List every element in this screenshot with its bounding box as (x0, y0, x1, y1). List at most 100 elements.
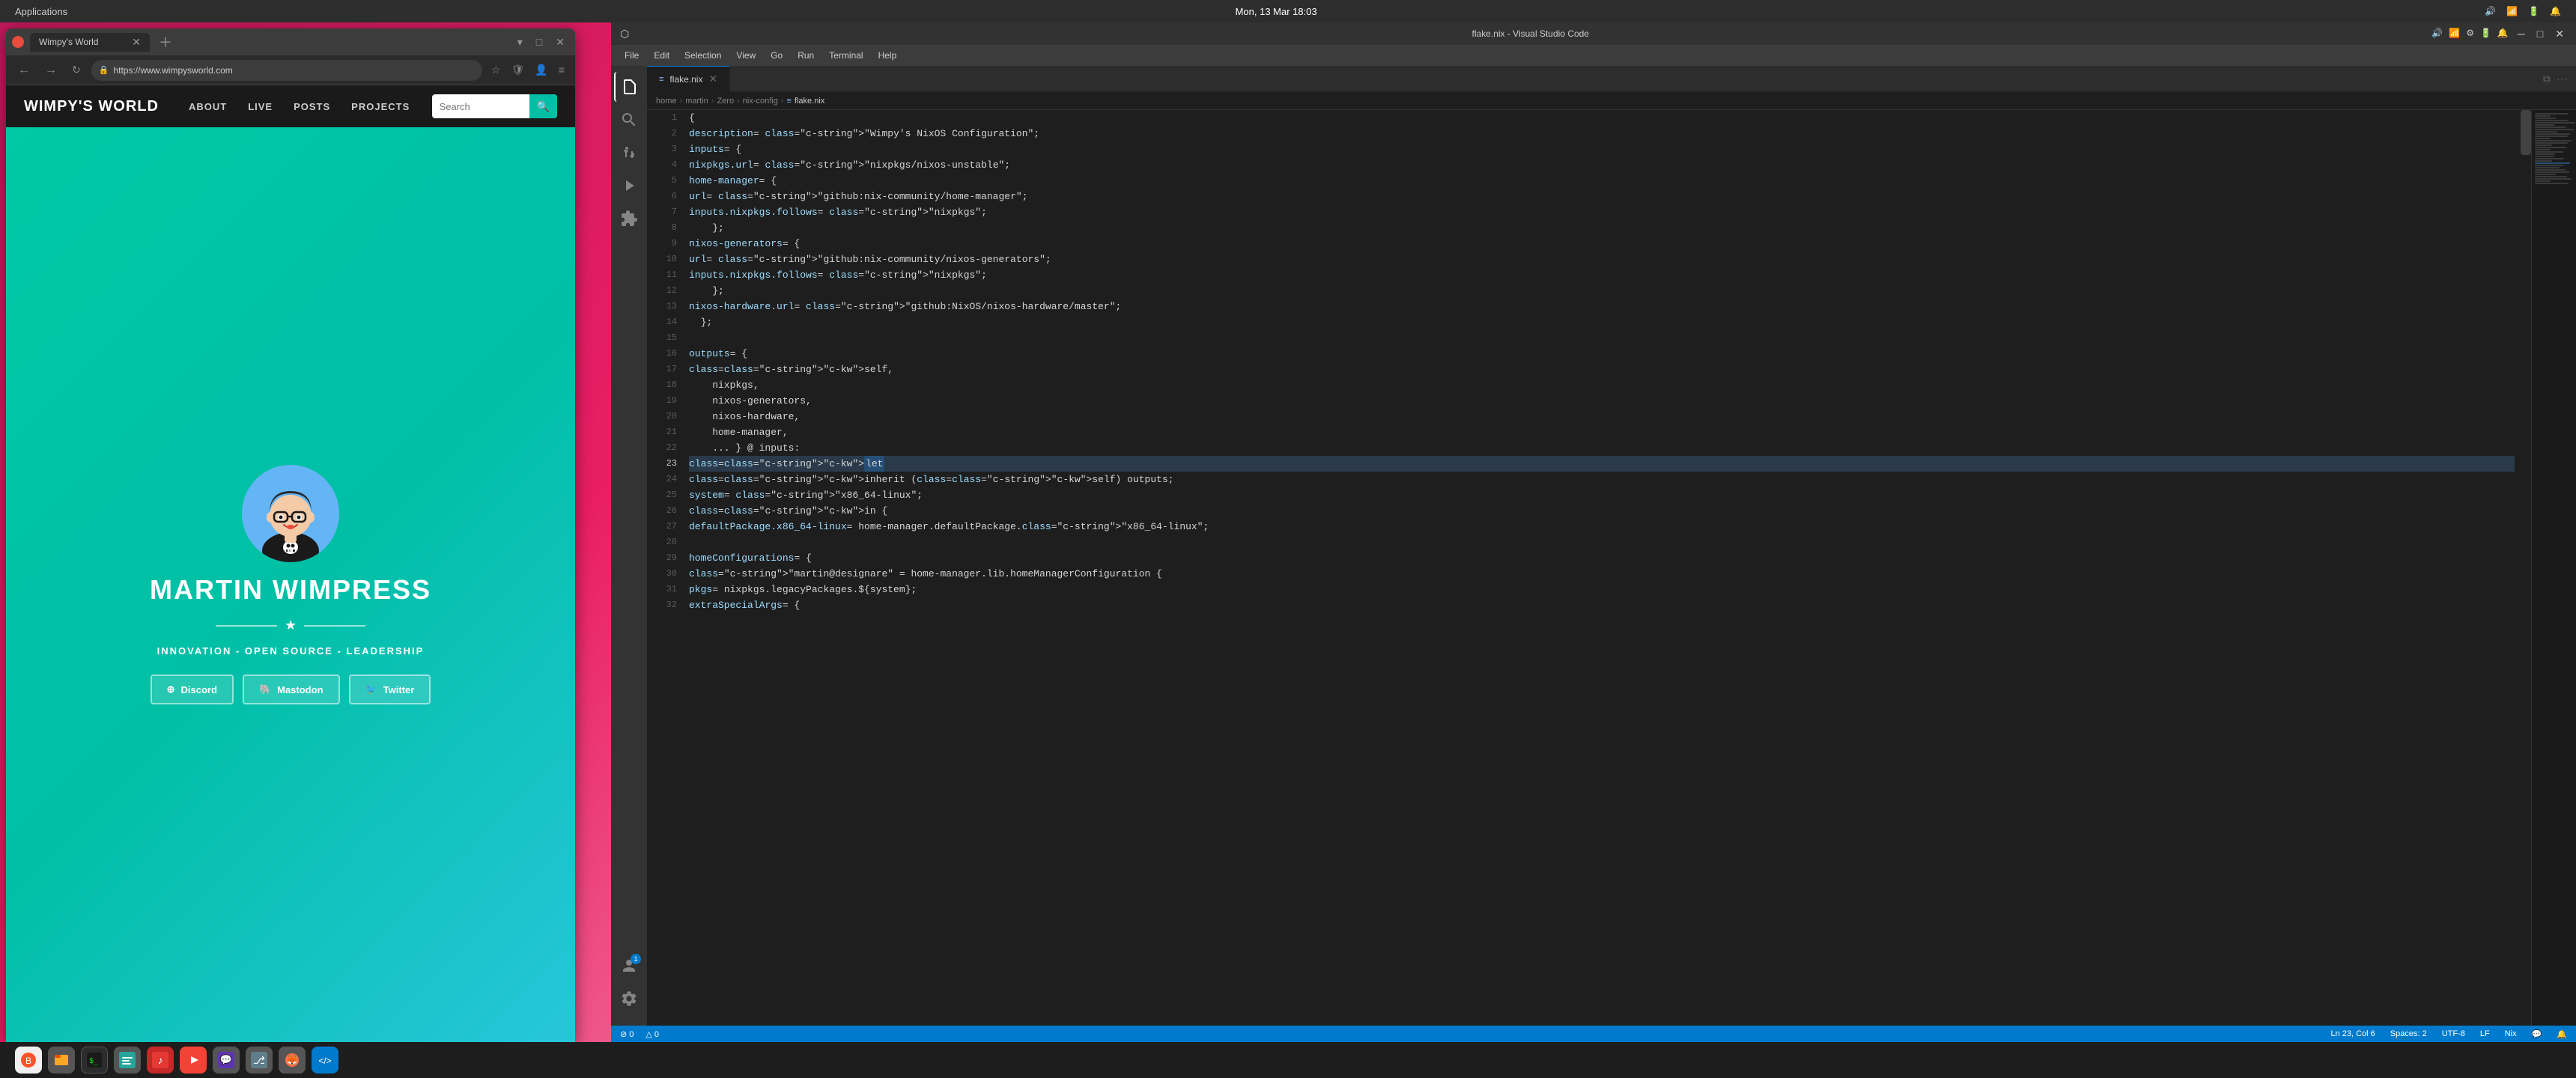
browser-tab-active[interactable]: Wimpy's World ✕ (30, 33, 150, 52)
code-line-9[interactable]: nixos-generators= { (689, 236, 2515, 252)
more-actions-icon[interactable]: ⋯ (2554, 73, 2570, 85)
bookmark-icon[interactable]: ☆ (488, 62, 504, 78)
shield-icon[interactable]: 🛡 (508, 62, 528, 78)
statusbar-line-ending[interactable]: LF (2477, 1029, 2493, 1038)
source-control-icon[interactable] (614, 138, 644, 168)
breadcrumb-nix-config[interactable]: nix-config (743, 97, 778, 106)
code-line-10[interactable]: url= class="c-string">"github:nix-commun… (689, 252, 2515, 267)
audio-icon[interactable]: 🔊 (2485, 6, 2496, 16)
code-line-4[interactable]: nixpkgs.url= class="c-string">"nixpkgs/n… (689, 157, 2515, 173)
vscode-bell-icon[interactable]: 🔔 (2497, 28, 2509, 40)
minimize-button[interactable]: ▾ (513, 34, 527, 50)
taskbar-chat[interactable]: 💬 (213, 1047, 240, 1074)
profile-icon[interactable]: 👤 (532, 62, 550, 78)
menu-terminal[interactable]: Terminal (821, 47, 870, 64)
vscode-scrollbar[interactable] (2521, 110, 2531, 1026)
account-icon[interactable] (614, 951, 644, 981)
notification-icon[interactable]: 🔔 (2550, 6, 2561, 16)
statusbar-encoding[interactable]: UTF-8 (2439, 1029, 2468, 1038)
statusbar-errors[interactable]: ⊘ 0 (617, 1029, 637, 1039)
statusbar-notifications[interactable]: 🔔 (2554, 1029, 2570, 1039)
search-input[interactable] (432, 101, 529, 112)
code-line-22[interactable]: ... } @ inputs: (689, 440, 2515, 456)
applications-menu[interactable]: Applications (15, 6, 67, 17)
forward-button[interactable]: → (40, 61, 61, 80)
code-line-14[interactable]: }; (689, 314, 2515, 330)
menu-go[interactable]: Go (763, 47, 790, 64)
taskbar-vscode[interactable]: </> (312, 1047, 338, 1074)
taskbar-terminal[interactable]: $_ (81, 1047, 108, 1074)
code-line-19[interactable]: nixos-generators, (689, 393, 2515, 409)
network-icon[interactable]: 📶 (2506, 6, 2518, 16)
vscode-minimize-btn[interactable]: ─ (2515, 28, 2528, 40)
mastodon-button[interactable]: 🐘 Mastodon (243, 674, 340, 704)
taskbar-youtube[interactable] (180, 1047, 207, 1074)
code-line-27[interactable]: defaultPackage.x86_64-linux= home-manage… (689, 519, 2515, 535)
taskbar-brave[interactable]: B (15, 1047, 42, 1074)
statusbar-warnings[interactable]: △ 0 (643, 1029, 662, 1039)
maximize-button[interactable]: □ (532, 34, 547, 50)
refresh-button[interactable]: ↻ (67, 61, 85, 79)
code-line-21[interactable]: home-manager, (689, 424, 2515, 440)
menu-help[interactable]: Help (871, 47, 905, 64)
vscode-settings-icon[interactable]: ⚙ (2466, 28, 2474, 40)
new-tab-button[interactable]: ＋ (156, 32, 175, 52)
search-button[interactable]: 🔍 (529, 94, 557, 118)
statusbar-feedback[interactable]: 💬 (2529, 1029, 2545, 1039)
code-line-30[interactable]: class="c-string">"martin@designare" = ho… (689, 566, 2515, 582)
settings-gear-icon[interactable] (614, 984, 644, 1014)
statusbar-spaces[interactable]: Spaces: 2 (2387, 1029, 2430, 1038)
vscode-close-btn[interactable]: ✕ (2552, 28, 2567, 40)
code-line-7[interactable]: inputs.nixpkgs.follows= class="c-string"… (689, 204, 2515, 220)
code-line-2[interactable]: description= class="c-string">"Wimpy's N… (689, 126, 2515, 141)
vscode-code-area[interactable]: 1234567891011121314151617181920212223242… (647, 110, 2521, 1026)
menu-icon[interactable]: ≡ (556, 62, 568, 78)
site-search[interactable]: 🔍 (432, 94, 557, 118)
run-debug-icon[interactable] (614, 171, 644, 201)
menu-run[interactable]: Run (790, 47, 821, 64)
code-line-24[interactable]: class=class="c-string">"c-kw">inherit (c… (689, 472, 2515, 487)
code-line-6[interactable]: url= class="c-string">"github:nix-commun… (689, 189, 2515, 204)
code-content[interactable]: { description= class="c-string">"Wimpy's… (683, 110, 2521, 1026)
address-bar[interactable]: 🔒 https://www.wimpysworld.com (91, 60, 482, 81)
taskbar-files[interactable] (48, 1047, 75, 1074)
code-line-8[interactable]: }; (689, 220, 2515, 236)
split-editor-icon[interactable]: ⧉ (2540, 73, 2554, 85)
breadcrumb-home[interactable]: home (656, 97, 677, 106)
code-line-18[interactable]: nixpkgs, (689, 377, 2515, 393)
menu-selection[interactable]: Selection (677, 47, 729, 64)
code-line-20[interactable]: nixos-hardware, (689, 409, 2515, 424)
nav-projects[interactable]: PROJECTS (351, 101, 410, 112)
discord-button[interactable]: ⊕ Discord (151, 674, 234, 704)
breadcrumb-martin[interactable]: martin (685, 97, 708, 106)
code-line-17[interactable]: class=class="c-string">"c-kw">self, (689, 362, 2515, 377)
vscode-maximize-btn[interactable]: □ (2534, 28, 2546, 40)
menu-view[interactable]: View (729, 47, 763, 64)
taskbar-editor[interactable] (114, 1047, 141, 1074)
code-line-29[interactable]: homeConfigurations= { (689, 550, 2515, 566)
tab-close-button[interactable]: ✕ (132, 36, 141, 49)
code-line-23[interactable]: class=class="c-string">"c-kw">let (689, 456, 2515, 472)
code-line-32[interactable]: extraSpecialArgs= { (689, 597, 2515, 613)
statusbar-line-col[interactable]: Ln 23, Col 6 (2327, 1029, 2378, 1038)
code-line-5[interactable]: home-manager= { (689, 173, 2515, 189)
explorer-icon[interactable] (614, 72, 644, 102)
nav-about[interactable]: ABOUT (189, 101, 227, 112)
vscode-tab-flake-nix[interactable]: ≡ flake.nix ✕ (647, 66, 730, 92)
breadcrumb-file[interactable]: flake.nix (795, 97, 824, 106)
code-line-12[interactable]: }; (689, 283, 2515, 299)
menu-file[interactable]: File (617, 47, 646, 64)
statusbar-language[interactable]: Nix (2502, 1029, 2520, 1038)
nav-live[interactable]: LIVE (248, 101, 273, 112)
code-line-16[interactable]: outputs= { (689, 346, 2515, 362)
taskbar-firefox[interactable]: 🦊 (279, 1047, 306, 1074)
back-button[interactable]: ← (13, 61, 34, 80)
code-line-11[interactable]: inputs.nixpkgs.follows= class="c-string"… (689, 267, 2515, 283)
twitter-button[interactable]: 🐦 Twitter (349, 674, 431, 704)
tab-close-icon[interactable]: ✕ (708, 73, 717, 85)
code-line-28[interactable] (689, 535, 2515, 550)
code-line-31[interactable]: pkgs= nixpkgs.legacyPackages.${system}; (689, 582, 2515, 597)
nav-posts[interactable]: POSTS (294, 101, 330, 112)
code-line-3[interactable]: inputs= { (689, 141, 2515, 157)
menu-edit[interactable]: Edit (646, 47, 677, 64)
